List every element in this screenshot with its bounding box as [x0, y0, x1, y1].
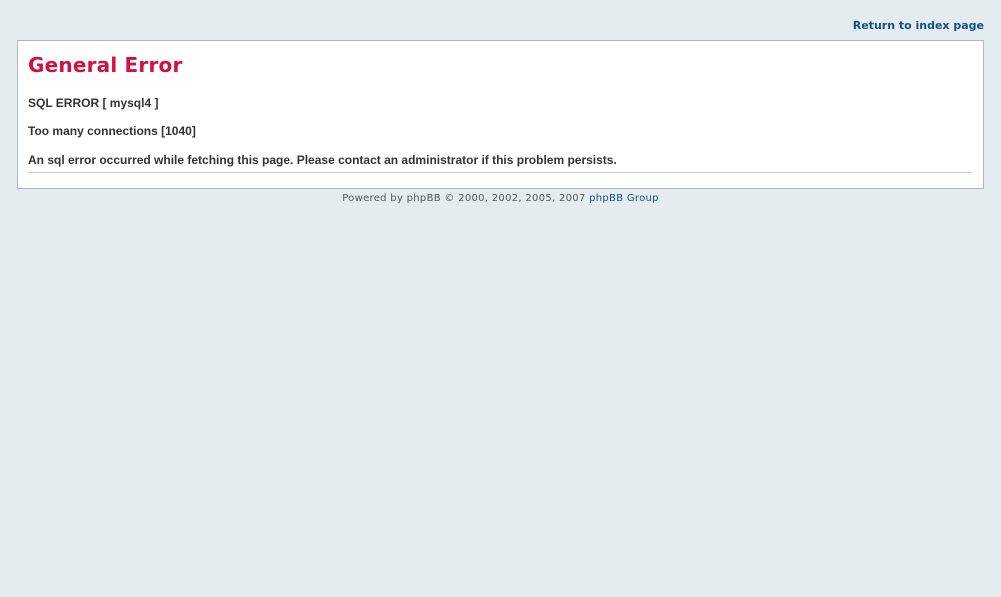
error-panel: General Error SQL ERROR [ mysql4 ] Too m… — [17, 40, 984, 189]
divider — [28, 172, 972, 173]
error-detail-line: Too many connections [1040] — [28, 124, 196, 138]
error-message-line: An sql error occurred while fetching thi… — [28, 153, 617, 167]
error-title: General Error — [28, 53, 183, 77]
footer-text: Powered by phpBB © 2000, 2002, 2005, 200… — [342, 193, 590, 204]
footer: Powered by phpBB © 2000, 2002, 2005, 200… — [0, 193, 1001, 204]
sql-error-line: SQL ERROR [ mysql4 ] — [28, 96, 159, 110]
phpbb-group-link[interactable]: phpBB Group — [589, 193, 659, 204]
top-links: Return to index page — [17, 19, 984, 32]
return-to-index-link[interactable]: Return to index page — [853, 19, 984, 32]
